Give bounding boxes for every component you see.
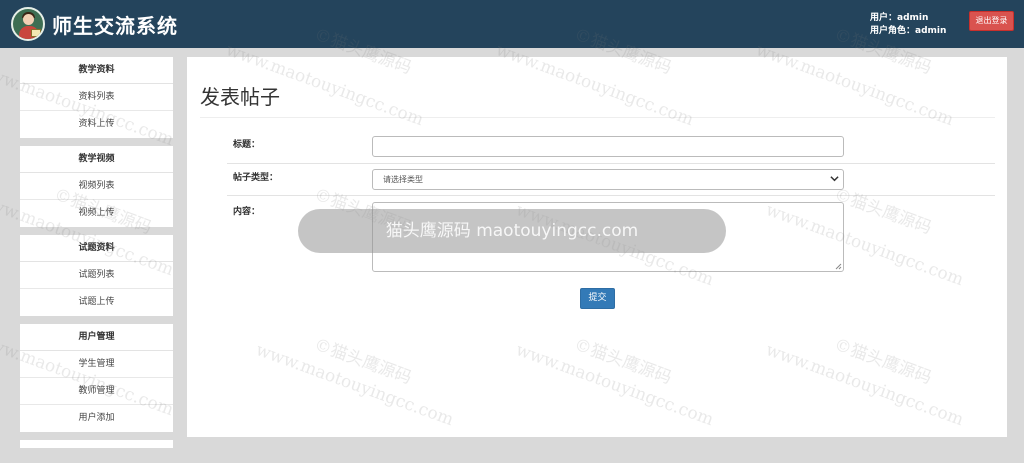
user-info: 用户：admin 用户角色：admin (870, 12, 946, 38)
sidebar-item-material-list[interactable]: 资料列表 (20, 84, 173, 111)
page-title: 发表帖子 (200, 85, 280, 109)
post-type-selected: 请选择类型 (383, 175, 423, 184)
sidebar-item-exam-list[interactable]: 试题列表 (20, 262, 173, 289)
sidebar-item-material-upload[interactable]: 资料上传 (20, 111, 173, 138)
menu-group-title: 教学资料 (20, 57, 173, 84)
menu-group-title: 教学视频 (20, 146, 173, 173)
app-title: 师生交流系统 (52, 14, 178, 38)
sidebar-item-add-user[interactable]: 用户添加 (20, 405, 173, 432)
sidebar-item-exam-upload[interactable]: 试题上传 (20, 289, 173, 316)
sidebar-item-video-list[interactable]: 视频列表 (20, 173, 173, 200)
sidebar-item-student-management[interactable]: 学生管理 (20, 351, 173, 378)
post-type-select[interactable]: 请选择类型 (372, 169, 844, 190)
content-textarea[interactable] (372, 202, 844, 272)
current-role: 用户角色：admin (870, 26, 947, 36)
sidebar-item-video-upload[interactable]: 视频上传 (20, 200, 173, 227)
sidebar-item-teacher-management[interactable]: 教师管理 (20, 378, 173, 405)
divider (200, 117, 995, 118)
menu-group-materials: 教学资料 资料列表 资料上传 (20, 57, 173, 138)
menu-group-exams: 试题资料 试题列表 试题上传 (20, 235, 173, 316)
menu-group-partial (20, 440, 173, 448)
menu-group-videos: 教学视频 视频列表 视频上传 (20, 146, 173, 227)
menu-group-users: 用户管理 学生管理 教师管理 用户添加 (20, 324, 173, 432)
main-panel: 发表帖子 标题： 帖子类型： 请选择类型 内容： 提交 (187, 57, 1007, 437)
submit-button[interactable]: 提交 (580, 288, 615, 309)
content-label: 内容： (233, 207, 261, 217)
top-navbar: 师生交流系统 用户：admin 用户角色：admin 退出登录 (0, 0, 1024, 48)
chevron-down-icon (830, 176, 839, 182)
form-row-content: 内容： (227, 195, 995, 275)
type-label: 帖子类型： (233, 173, 279, 183)
title-input[interactable] (372, 136, 844, 157)
sidebar: 教学资料 资料列表 资料上传 教学视频 视频列表 视频上传 试题资料 试题列表 … (20, 57, 173, 456)
logout-button[interactable]: 退出登录 (969, 11, 1014, 31)
title-label: 标题： (233, 140, 261, 150)
current-user: 用户：admin (870, 13, 929, 23)
resize-handle-icon[interactable] (834, 262, 842, 270)
menu-group-title: 试题资料 (20, 235, 173, 262)
form-row-title: 标题： (227, 132, 995, 163)
app-logo (11, 7, 45, 41)
menu-group-title: 用户管理 (20, 324, 173, 351)
form-row-type: 帖子类型： 请选择类型 (227, 163, 995, 195)
